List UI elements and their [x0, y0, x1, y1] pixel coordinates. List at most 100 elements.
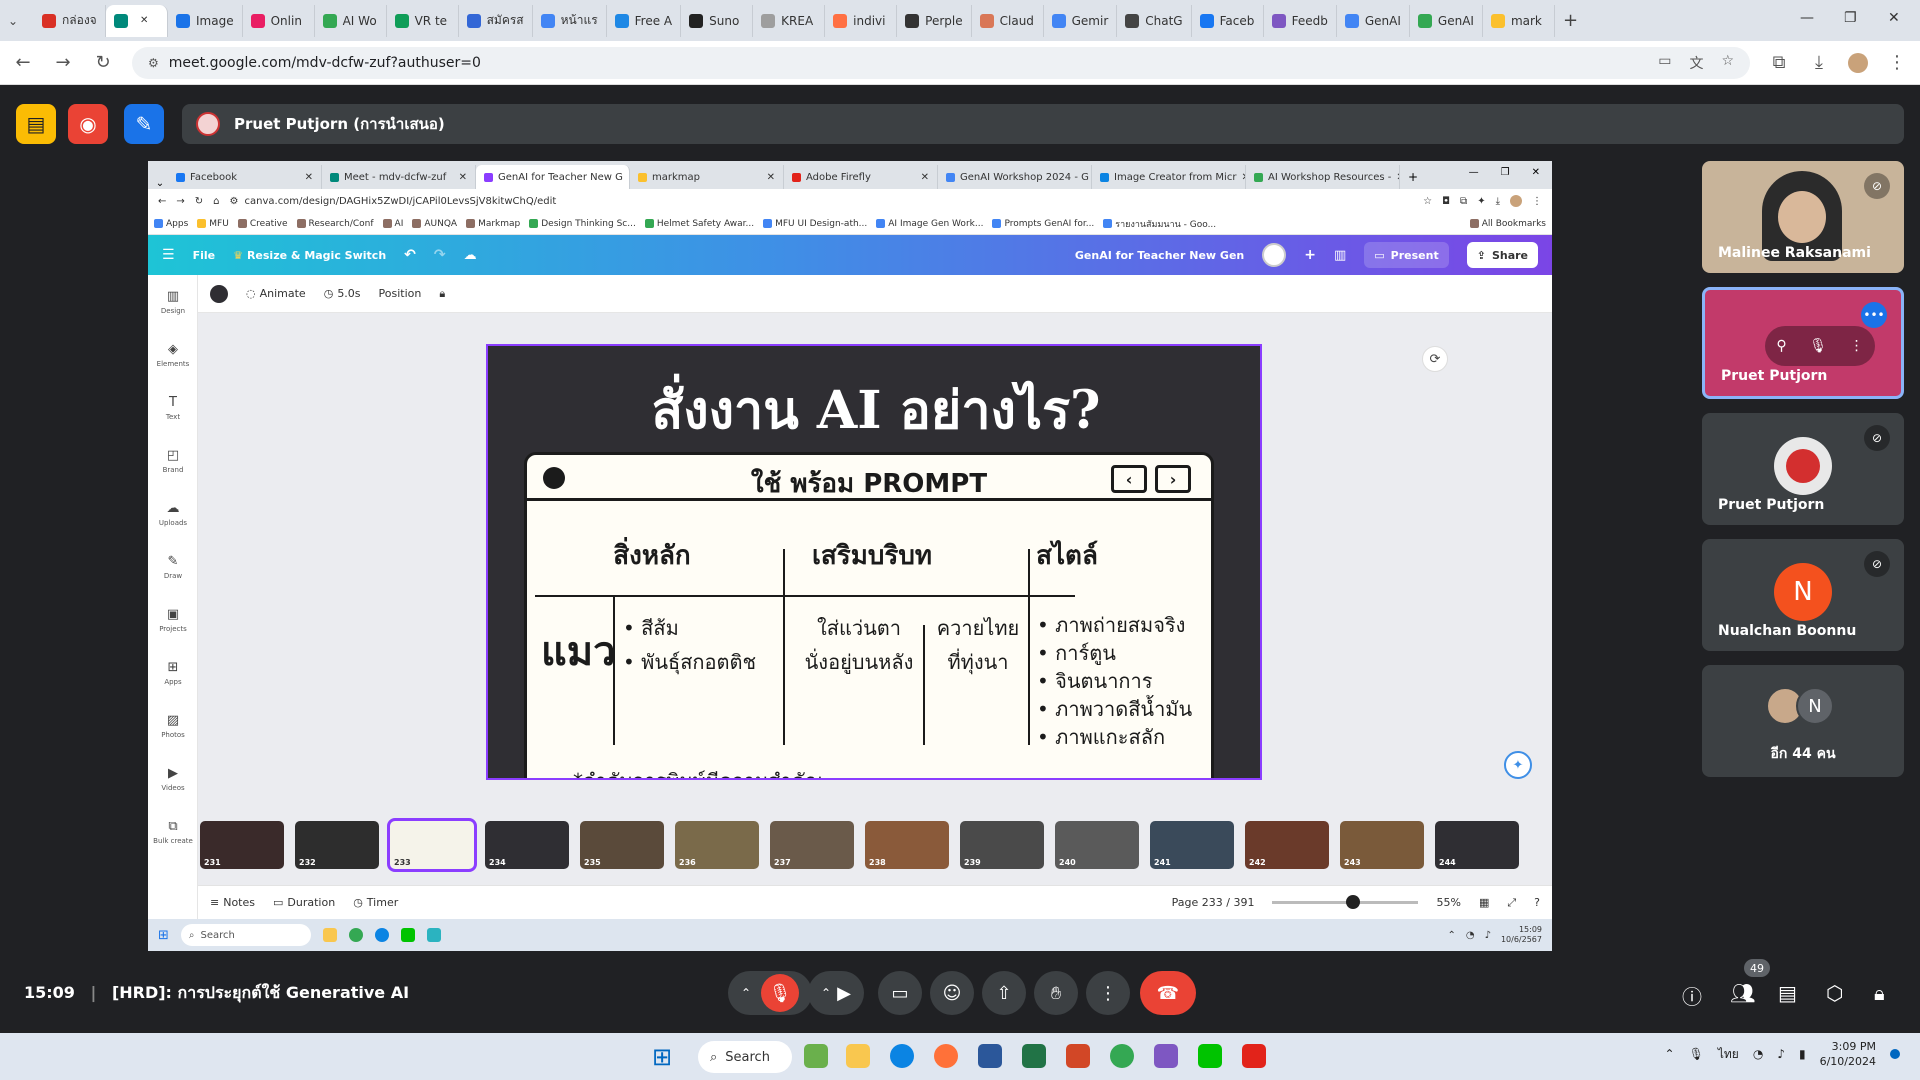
browser-tab[interactable]: Suno [681, 4, 754, 37]
bookmark-item[interactable]: Helmet Safety Awar... [644, 219, 754, 229]
present-button[interactable]: ▭ Present [1364, 242, 1449, 268]
browser-tab[interactable]: Onlin [243, 4, 315, 37]
captions-off-icon[interactable]: ▤ [16, 104, 56, 144]
raise-hand-button[interactable]: ✋︎ [1034, 971, 1078, 1015]
color-swatch[interactable] [210, 284, 228, 303]
browser-tab[interactable]: Gemir [1044, 4, 1118, 37]
page-thumbnail[interactable]: 234 [485, 821, 569, 869]
inner-address-bar[interactable]: ⚙ canva.com/design/DAGHix5ZwDI/jCAPil0Le… [230, 192, 1414, 210]
refresh-icon[interactable]: ⟳ [1422, 346, 1448, 372]
inner-chrome-icon[interactable] [348, 928, 363, 942]
volume-icon[interactable]: ♪ [1777, 1047, 1785, 1061]
bookmark-item[interactable]: Apps [154, 219, 188, 229]
pin-icon[interactable]: ⚲ [1776, 338, 1786, 354]
firefox-icon[interactable] [934, 1044, 958, 1068]
address-bar[interactable]: ⚙ meet.google.com/mdv-dcfw-zuf?authuser=… [132, 46, 1750, 79]
bookmark-item[interactable]: Creative [237, 219, 288, 229]
browser-tab[interactable]: AI Wo [315, 4, 387, 37]
browser-tab[interactable]: Perple [897, 4, 972, 37]
inner-back-icon[interactable]: ← [158, 196, 166, 207]
browser-tab[interactable]: VR te [387, 4, 459, 37]
new-tab-button[interactable]: + [1563, 10, 1578, 31]
taskbar-search[interactable]: ⌕ Search [698, 1041, 792, 1073]
download-icon[interactable]: ⤓ [1808, 52, 1830, 73]
camera-icon[interactable]: ▶ [837, 983, 851, 1004]
prompt-window-graphic[interactable]: ใช้ พร้อม PROMPT ‹ › สิ่งหลัก เสริมบริบท… [524, 452, 1214, 778]
sidebar-item-photos[interactable]: ▨ Photos [148, 699, 198, 752]
inner-menu-icon[interactable]: ⋮ [1532, 196, 1542, 207]
back-icon[interactable]: ← [12, 52, 34, 73]
participant-tile-3[interactable]: ⊘ Pruet Putjorn [1702, 413, 1904, 525]
tray-chevron-icon[interactable]: ⌃ [1665, 1047, 1675, 1061]
inner-new-tab-button[interactable]: + [1400, 170, 1426, 189]
page-thumbnail[interactable]: 236 [675, 821, 759, 869]
fullscreen-icon[interactable]: ⤢ [1507, 896, 1516, 910]
inner-browser-tab[interactable]: Adobe Firefly ✕ [784, 165, 938, 189]
inner-tab-close-icon[interactable]: ✕ [767, 172, 775, 183]
forward-icon[interactable]: → [52, 52, 74, 73]
site-info-icon[interactable]: ⚙ [148, 56, 159, 70]
browser-tab[interactable]: indivi [825, 4, 898, 37]
inner-forward-icon[interactable]: → [176, 196, 184, 207]
bookmark-item[interactable]: Design Thinking Sc... [529, 219, 636, 229]
tile-mic-icon[interactable]: 🎙︎ [1809, 338, 1827, 354]
line-icon[interactable] [1198, 1044, 1222, 1068]
info-icon[interactable]: ⓘ [1682, 981, 1702, 1010]
inner-browser-tab[interactable]: AI Workshop Resources -✕ [1246, 165, 1400, 189]
page-thumbnail[interactable]: 233 [387, 818, 477, 872]
browser-tab[interactable]: GenAI [1337, 4, 1410, 37]
help-icon[interactable]: ? [1534, 896, 1540, 909]
browser-tab[interactable]: GenAI [1410, 4, 1483, 37]
inner-edge-icon[interactable] [374, 928, 389, 942]
profile-avatar[interactable] [1848, 52, 1868, 73]
participant-tile-4[interactable]: N ⊘ Nualchan Boonnu [1702, 539, 1904, 651]
slide[interactable]: สั่งงาน AI อย่างไร? ใช้ พร้อม PROMPT ‹ ›… [486, 344, 1262, 780]
sidebar-item-brand[interactable]: ◰ Brand [148, 434, 198, 487]
add-collaborator-icon[interactable]: + [1304, 247, 1316, 263]
page-indicator[interactable]: Page 233 / 391 [1172, 896, 1255, 909]
star-icon[interactable]: ☆ [1721, 53, 1734, 73]
browser-tab[interactable]: KREA [753, 4, 826, 37]
sidebar-item-elements[interactable]: ◈ Elements [148, 328, 198, 381]
duration-button[interactable]: ◷ 5.0s [324, 287, 361, 300]
minimize-icon[interactable]: — [1800, 10, 1814, 26]
page-thumbnail[interactable]: 243 [1340, 821, 1424, 869]
inner-tray-chevron-icon[interactable]: ⌃ [1447, 930, 1455, 941]
inner-browser-tab[interactable]: Meet - mdv-dcfw-zuf ✕ [322, 165, 476, 189]
zoom-slider-knob[interactable] [1345, 895, 1360, 909]
inner-camera-icon[interactable]: ◘ [1442, 196, 1450, 207]
menu-kebab-icon[interactable]: ⋮ [1886, 52, 1908, 73]
participant-tile-2[interactable]: ⚲ 🎙︎ ⋮ ••• Pruet Putjorn [1702, 287, 1904, 399]
bookmark-item[interactable]: Markmap [466, 219, 520, 229]
bookmark-item[interactable]: All Bookmarks [1469, 219, 1546, 229]
tab-close-icon[interactable]: ✕ [140, 15, 148, 26]
snipping-tool-icon[interactable] [1154, 1044, 1178, 1068]
inner-browser-tab[interactable]: Facebook ✕ [168, 165, 322, 189]
present-screen-button[interactable]: ⇧ [982, 971, 1026, 1015]
browser-tab[interactable]: Free A [607, 4, 682, 37]
pen-icon[interactable]: ✎ [124, 104, 164, 144]
sidebar-item-bulk-create[interactable]: ⧉ Bulk create [148, 805, 198, 858]
page-thumbnail[interactable]: 237 [770, 821, 854, 869]
inner-tab-list-icon[interactable]: ⌄ [152, 178, 168, 189]
sidebar-item-uploads[interactable]: ☁ Uploads [148, 487, 198, 540]
chrome-icon[interactable] [1110, 1044, 1134, 1068]
inner-volume-icon[interactable]: ♪ [1485, 930, 1491, 941]
inner-explorer-icon[interactable] [322, 928, 337, 942]
page-thumbnail[interactable]: 241 [1150, 821, 1234, 869]
browser-tab[interactable]: Claud [972, 4, 1044, 37]
translate-icon[interactable]: 文 [1689, 53, 1703, 73]
browser-tab[interactable]: กล่องจ [34, 4, 106, 37]
browser-tab[interactable]: สมัครส [459, 4, 533, 37]
timer-button[interactable]: ◷ Timer [353, 896, 398, 909]
page-thumbnail[interactable]: 238 [865, 821, 949, 869]
mic-off-button-icon[interactable]: 🎙︎ [761, 974, 800, 1012]
widgets-icon[interactable] [804, 1044, 828, 1068]
inner-clock[interactable]: 15:09 10/6/2567 [1501, 925, 1542, 945]
inner-tab-close-icon[interactable]: ✕ [305, 172, 313, 183]
tile-more-icon[interactable]: ⋮ [1850, 338, 1864, 354]
design-title[interactable]: GenAI for Teacher New Gen [1075, 249, 1244, 262]
slide-title[interactable]: สั่งงาน AI อย่างไร? [488, 368, 1260, 451]
inner-browser-tab[interactable]: GenAI for Teacher New G✕ [476, 165, 630, 189]
duration-footer-button[interactable]: ▭ Duration [273, 896, 335, 909]
